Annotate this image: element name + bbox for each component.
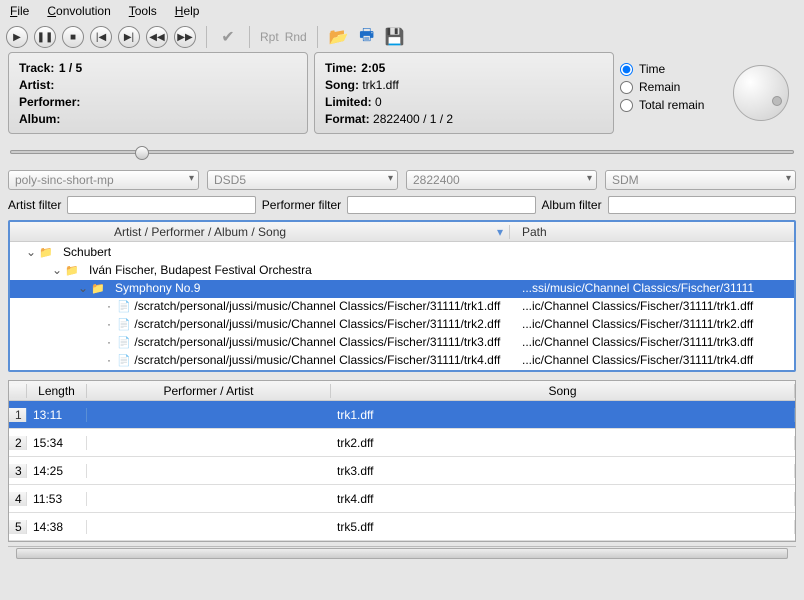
playlist-col-length[interactable]: Length: [27, 384, 87, 398]
prev-track-icon[interactable]: |◀: [90, 26, 112, 48]
track-panel: Track: 1 / 5 Artist: Performer: Album:: [8, 52, 308, 134]
menubar: FFileile Convolution Tools Help: [0, 0, 804, 22]
next-track-icon[interactable]: ▶|: [118, 26, 140, 48]
tree-row[interactable]: ⌄ 📁 Iván Fischer, Budapest Festival Orch…: [10, 262, 794, 280]
library-tree: Artist / Performer / Album / Song Path ⌄…: [8, 220, 796, 372]
volume-knob[interactable]: [726, 52, 796, 134]
song-label: Song:: [325, 78, 359, 92]
playlist-col-song[interactable]: Song: [331, 384, 795, 398]
menu-convolution[interactable]: Convolution: [47, 4, 110, 18]
tree-row[interactable]: ⌄ 📁 Symphony No.9...ssi/music/Channel Cl…: [10, 280, 794, 298]
track-value: 1 / 5: [59, 61, 82, 75]
tree-row[interactable]: ⌄ 📁 Schubert: [10, 244, 794, 262]
playlist-row[interactable]: 113:11trk1.dff: [9, 401, 795, 429]
file-icon: 📄: [117, 319, 131, 331]
menu-tools[interactable]: Tools: [129, 4, 157, 18]
radio-time[interactable]: Time: [620, 62, 720, 76]
performer-label: Performer:: [19, 95, 80, 109]
rewind-icon[interactable]: ◀◀: [146, 26, 168, 48]
playlist-row[interactable]: 514:38trk5.dff: [9, 513, 795, 541]
album-filter-label: Album filter: [542, 198, 602, 212]
playlist-row[interactable]: 215:34trk2.dff: [9, 429, 795, 457]
random-button[interactable]: Rnd: [285, 30, 307, 44]
folder-icon: 📁: [39, 247, 53, 259]
file-icon: 📄: [117, 301, 131, 313]
open-folder-icon[interactable]: 📂: [328, 26, 350, 48]
forward-icon[interactable]: ▶▶: [174, 26, 196, 48]
song-value: trk1.dff: [362, 78, 398, 92]
folder-icon: 📁: [65, 265, 79, 277]
dropdown-resampler[interactable]: poly-sinc-short-mp: [8, 170, 199, 190]
print-icon[interactable]: 🖶: [356, 26, 378, 48]
performer-filter-label: Performer filter: [262, 198, 341, 212]
menu-help[interactable]: Help: [175, 4, 200, 18]
separator: [206, 26, 207, 48]
play-icon[interactable]: ▶: [6, 26, 28, 48]
toolbar: ▶ ❚❚ ■ |◀ ▶| ◀◀ ▶▶ ✔ Rpt Rnd 📂 🖶 💾: [0, 22, 804, 52]
scrub-slider[interactable]: [10, 146, 794, 158]
separator: [317, 26, 318, 48]
artist-filter-input[interactable]: [67, 196, 255, 214]
horizontal-scrollbar[interactable]: [8, 546, 796, 560]
playlist-col-idx[interactable]: [9, 384, 27, 398]
radio-total-remain[interactable]: Total remain: [620, 98, 720, 112]
artist-filter-label: Artist filter: [8, 198, 61, 212]
tree-row[interactable]: · 📄 /scratch/personal/jussi/music/Channe…: [10, 370, 794, 372]
limited-value: 0: [375, 95, 382, 109]
dropdown-dsd[interactable]: DSD5: [207, 170, 398, 190]
repeat-button[interactable]: Rpt: [260, 30, 279, 44]
save-icon[interactable]: 💾: [384, 26, 406, 48]
file-icon: 📄: [117, 355, 131, 367]
time-label: Time:: [325, 61, 357, 75]
playlist-col-performer[interactable]: Performer / Artist: [87, 384, 331, 398]
tree-row[interactable]: · 📄 /scratch/personal/jussi/music/Channe…: [10, 316, 794, 334]
tree-col-path[interactable]: Path: [510, 225, 794, 239]
playlist-row[interactable]: 411:53trk4.dff: [9, 485, 795, 513]
time-panel: Time: 2:05 Song: trk1.dff Limited: 0 For…: [314, 52, 614, 134]
menu-file[interactable]: FFileile: [10, 4, 29, 18]
pause-icon[interactable]: ❚❚: [34, 26, 56, 48]
tree-row[interactable]: · 📄 /scratch/personal/jussi/music/Channe…: [10, 352, 794, 370]
stop-icon[interactable]: ■: [62, 26, 84, 48]
dropdown-modulator[interactable]: SDM: [605, 170, 796, 190]
file-icon: 📄: [117, 337, 131, 349]
tree-row[interactable]: · 📄 /scratch/personal/jussi/music/Channe…: [10, 334, 794, 352]
performer-filter-input[interactable]: [347, 196, 535, 214]
folder-icon: 📁: [91, 283, 105, 295]
separator: [249, 26, 250, 48]
album-filter-input[interactable]: [608, 196, 796, 214]
artist-label: Artist:: [19, 78, 54, 92]
limited-label: Limited:: [325, 95, 372, 109]
playlist-row[interactable]: 314:25trk3.dff: [9, 457, 795, 485]
album-label: Album:: [19, 112, 60, 126]
time-value: 2:05: [361, 61, 385, 75]
playlist: Length Performer / Artist Song 113:11trk…: [8, 380, 796, 542]
radio-remain[interactable]: Remain: [620, 80, 720, 94]
tree-col-main[interactable]: Artist / Performer / Album / Song: [10, 225, 510, 239]
track-label: Track:: [19, 61, 54, 75]
time-mode-radios: Time Remain Total remain: [620, 52, 720, 134]
check-icon[interactable]: ✔: [217, 26, 239, 48]
format-value: 2822400 / 1 / 2: [373, 112, 453, 126]
dropdown-rate[interactable]: 2822400: [406, 170, 597, 190]
format-label: Format:: [325, 112, 370, 126]
tree-row[interactable]: · 📄 /scratch/personal/jussi/music/Channe…: [10, 298, 794, 316]
